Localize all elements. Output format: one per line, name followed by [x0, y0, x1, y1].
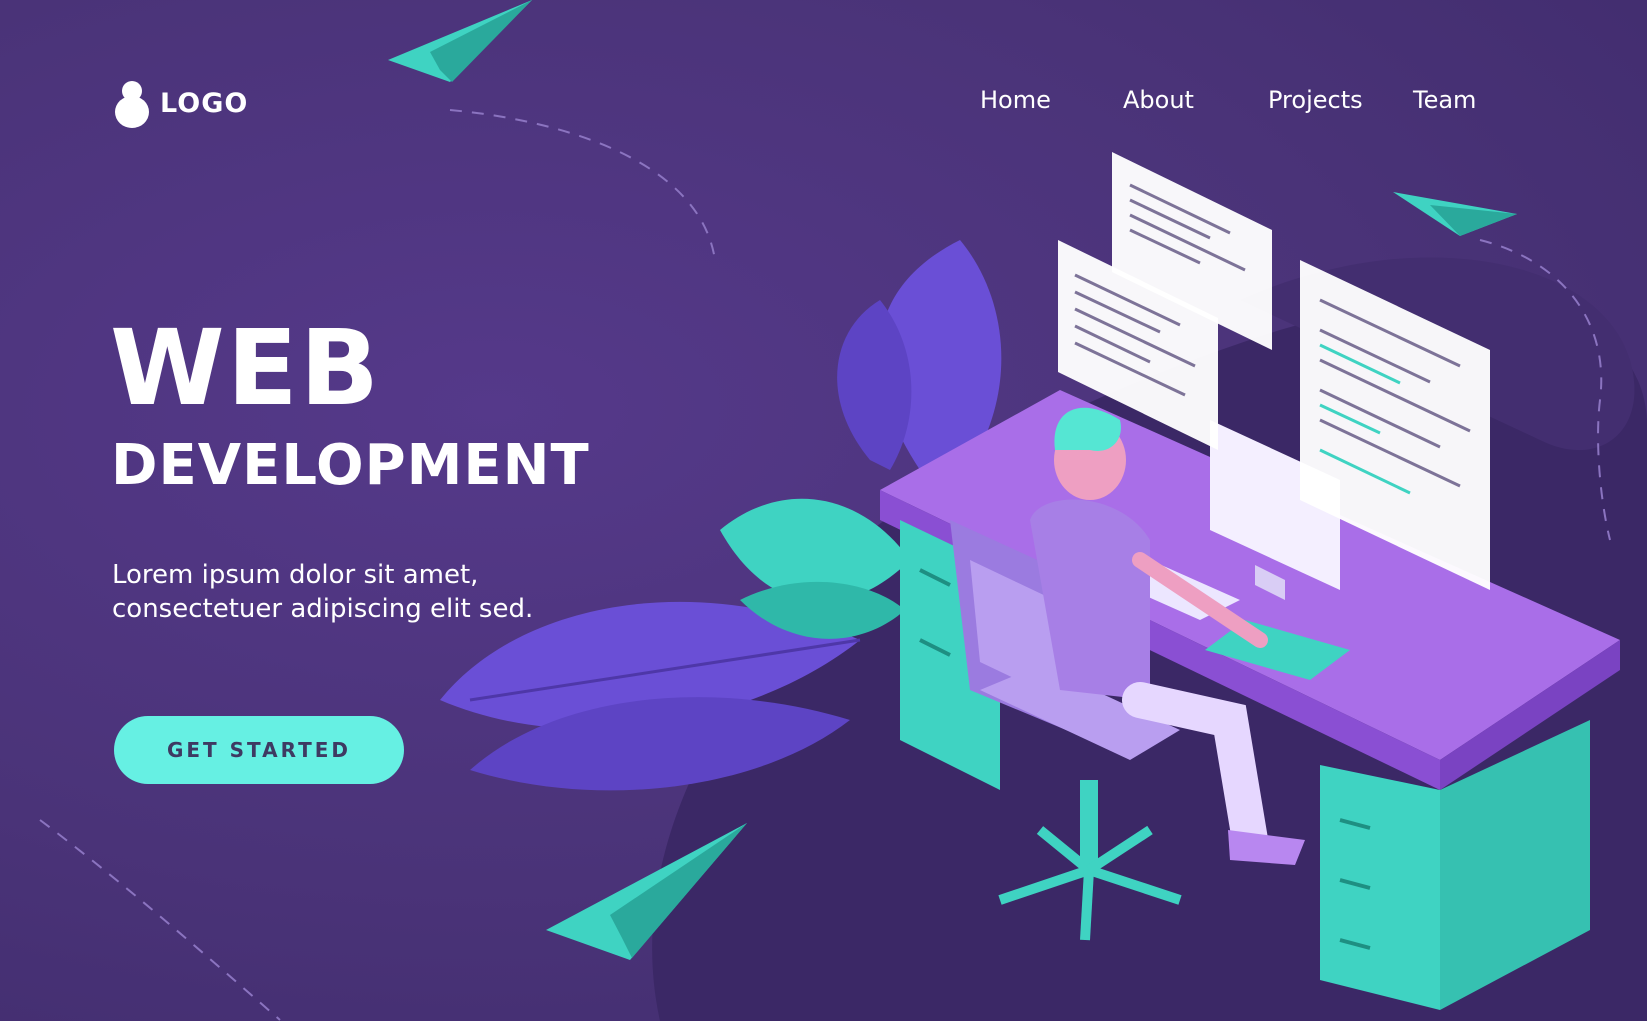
hero-subtitle-line: consectetuer adipiscing elit sed. [112, 594, 534, 624]
dashed-path [39, 819, 281, 1021]
hero-subtitle: Lorem ipsum dolor sit amet, consectetuer… [112, 558, 632, 626]
logo-text: LOGO [160, 87, 249, 119]
main-nav: Home About Projects Team [980, 86, 1476, 114]
hero-title-primary: WEB [110, 307, 382, 429]
get-started-button[interactable]: GET STARTED [114, 716, 404, 784]
paper-plane-icon [388, 0, 532, 82]
nav-item-projects[interactable]: Projects [1268, 86, 1413, 114]
dashed-path [449, 109, 716, 261]
nav-item-home[interactable]: Home [980, 86, 1123, 114]
nav-item-about[interactable]: About [1123, 86, 1268, 114]
logo-link[interactable]: LOGO [112, 78, 248, 128]
hero-title-secondary: DEVELOPMENT [111, 433, 590, 498]
paper-plane-icon [1393, 192, 1517, 236]
nav-item-team[interactable]: Team [1413, 86, 1476, 114]
logo-mark-icon [115, 81, 149, 128]
hero-subtitle-line: Lorem ipsum dolor sit amet, [112, 560, 479, 590]
landing-page: LOGO Home About Projects Team WEB DEVELO… [0, 0, 1647, 1021]
hero-illustration [39, 0, 1647, 1021]
